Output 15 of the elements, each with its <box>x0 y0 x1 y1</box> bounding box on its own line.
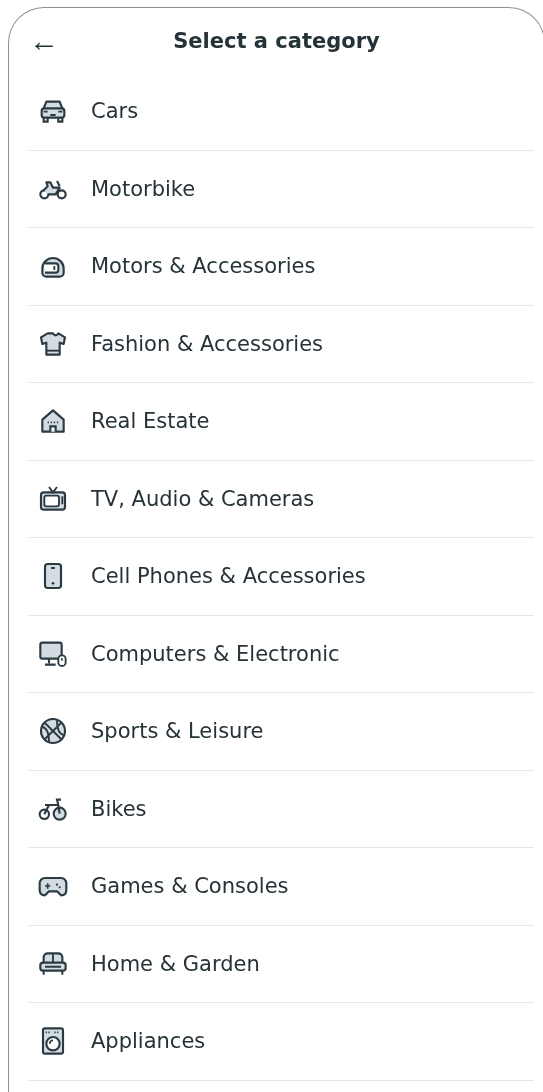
category-item[interactable]: Appliances <box>28 1003 534 1081</box>
category-item[interactable]: Motors & Accessories <box>28 228 534 306</box>
back-button[interactable]: ← <box>29 25 59 56</box>
category-item[interactable]: TV, Audio & Cameras <box>28 460 534 538</box>
category-item[interactable]: Sports & Leisure <box>28 693 534 771</box>
category-item[interactable]: Cars <box>28 73 534 151</box>
category-item[interactable]: Home & Garden <box>28 925 534 1003</box>
category-item[interactable]: Real Estate <box>28 383 534 461</box>
category-item[interactable]: Motorbike <box>28 150 534 228</box>
page-title: Select a category <box>173 28 380 53</box>
category-item[interactable]: Bikes <box>28 770 534 848</box>
category-item[interactable]: Cell Phones & Accessories <box>28 538 534 616</box>
category-item[interactable]: Computers & Electronic <box>28 615 534 693</box>
category-item[interactable]: Fashion & Accessories <box>28 305 534 383</box>
category-item[interactable]: Games & Consoles <box>28 848 534 926</box>
